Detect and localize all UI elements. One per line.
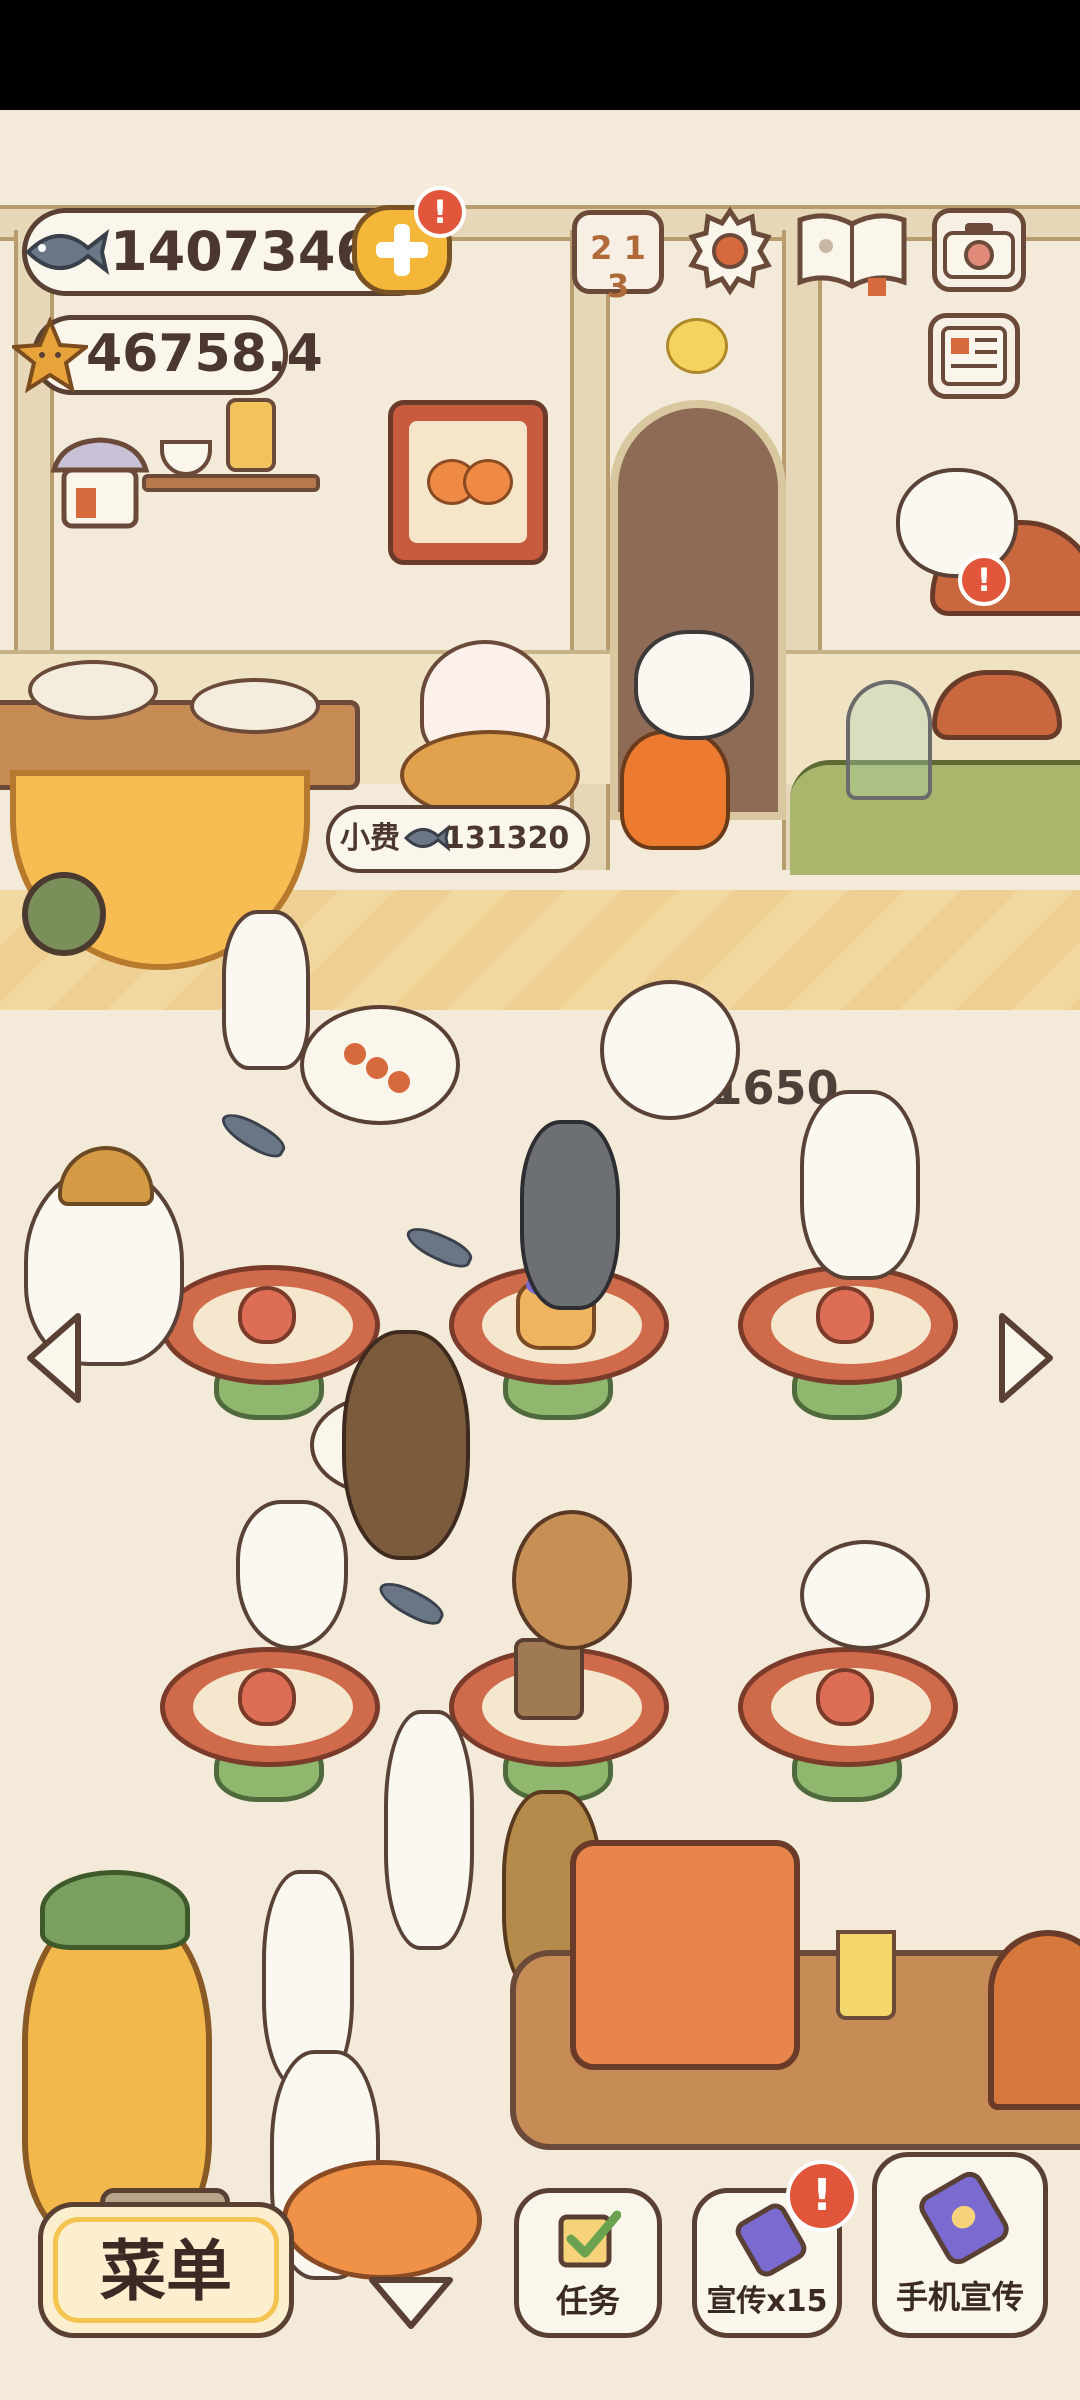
star-icon	[8, 315, 92, 394]
birdcage-decor	[846, 680, 932, 800]
ranking-numbers: 2 1 3	[590, 229, 646, 305]
fish-tip-icon[interactable]	[216, 1106, 290, 1164]
tasks-button[interactable]: 任务	[514, 2188, 662, 2338]
recipe-book-icon[interactable]	[792, 206, 912, 298]
cart-wheel	[22, 872, 106, 956]
bowl-icon	[160, 440, 212, 476]
orange-mushroom-stool	[988, 1930, 1080, 2110]
cupcake-plate	[190, 678, 320, 734]
skewer-icon	[344, 1043, 366, 1065]
shop-stall-icon[interactable]	[50, 432, 150, 532]
tip-amount: 131320	[444, 821, 570, 856]
strawberry-icon	[816, 1286, 874, 1344]
lemonade-glass-icon	[836, 1930, 896, 2020]
fish-tip-icon[interactable]	[401, 1220, 477, 1274]
menu-button[interactable]: 菜单	[38, 2202, 294, 2338]
phone-promote-button[interactable]: 手机宣传	[872, 2152, 1048, 2338]
customer-squirrel	[512, 1510, 632, 1650]
customer-hamster	[800, 1540, 930, 1650]
honey-jar-icon	[226, 398, 276, 472]
coffee-machine	[570, 1840, 800, 2070]
tip-label: 小费	[340, 821, 400, 856]
order-bubble-skewer	[300, 1005, 460, 1125]
tangerine-icon-2	[463, 459, 513, 505]
tip-fish-icon	[402, 822, 451, 854]
phone-promote-label: 手机宣传	[895, 2278, 1024, 2316]
peach-dessert-plate	[28, 660, 158, 720]
game-scene: 14073462 ! 46758.4 2 1 3 ! 小费 131320 +16…	[0, 110, 1080, 2400]
settings-gear-icon[interactable]	[684, 205, 776, 297]
waiting-animal-husky	[634, 630, 754, 740]
customer-rabbit	[222, 910, 310, 1070]
customer-dog	[800, 1090, 920, 1280]
strawberry-icon	[238, 1286, 296, 1344]
tasks-label: 任务	[555, 2282, 620, 2320]
wall-shelf	[142, 474, 320, 492]
customer-zebra	[520, 1120, 620, 1310]
waiting-animal-fox	[620, 730, 730, 850]
status-bar	[0, 0, 1080, 110]
scroll-right-arrow-icon[interactable]	[994, 1310, 1058, 1406]
tangerine-picture-frame	[388, 400, 548, 565]
pineapple-leaves	[40, 1870, 190, 1950]
strawberry-icon	[816, 1668, 874, 1726]
fish-tip-icon[interactable]	[373, 1575, 449, 1631]
ranking-button[interactable]: 2 1 3	[572, 210, 664, 305]
wandering-rabbit	[384, 1710, 474, 1950]
cat-alert-badge[interactable]: !	[958, 554, 1010, 606]
carrot-rug	[282, 2160, 482, 2280]
scroll-left-arrow-icon[interactable]	[22, 1310, 86, 1406]
phone-paw-icon	[914, 2166, 1014, 2270]
camera-button[interactable]	[932, 208, 1026, 292]
customer-bear	[342, 1330, 470, 1560]
collapse-down-arrow-icon[interactable]	[366, 2272, 456, 2332]
customer-cat-sitting	[600, 980, 740, 1120]
star-currency-value: 46758.4	[86, 324, 323, 384]
grass-bed	[790, 760, 1080, 875]
menu-label: 菜单	[100, 2233, 232, 2310]
checkbox-icon	[557, 2207, 622, 2271]
customer-goose	[236, 1500, 348, 1650]
lemon-sign-icon	[666, 318, 728, 374]
beer-mug-icon	[514, 1638, 584, 1720]
add-currency-alert-badge: !	[414, 186, 466, 238]
promote-alert-badge: !	[786, 2160, 858, 2232]
strawberry-icon	[238, 1668, 296, 1726]
beanie-hat-icon	[58, 1146, 154, 1206]
newspaper-button[interactable]	[928, 313, 1020, 399]
promote-label: 宣传x15	[706, 2284, 828, 2319]
fish-icon	[18, 218, 110, 286]
